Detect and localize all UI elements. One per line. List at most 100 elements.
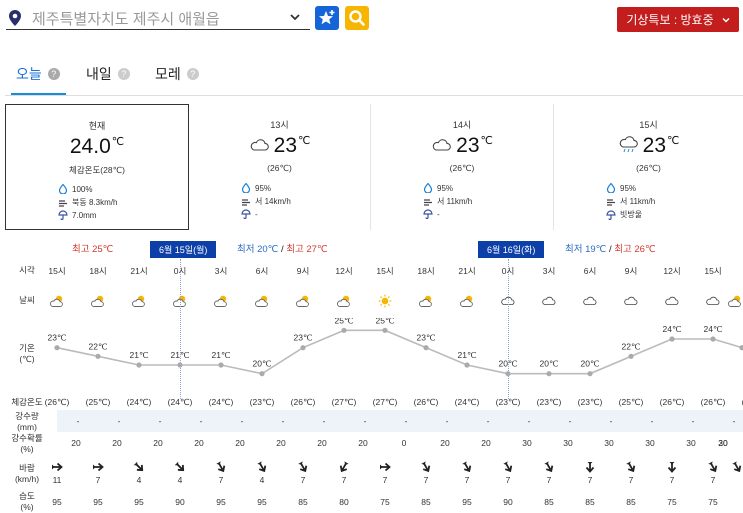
rain-probability: 20 <box>71 438 81 448</box>
search-button[interactable] <box>345 6 369 30</box>
humidity-drop-icon <box>606 183 616 193</box>
rain-amount: - <box>76 416 80 426</box>
rain-amount: - <box>486 416 490 426</box>
temperature-label: 20℃ <box>498 359 517 369</box>
hour-time: 18시 <box>89 266 107 276</box>
rain-amount: - <box>568 416 572 426</box>
temperature-label: 20℃ <box>539 359 558 369</box>
wind-speed: 7 <box>587 475 593 485</box>
humidity-value: 85 <box>421 497 431 507</box>
help-icon[interactable]: ? <box>186 68 199 80</box>
rain-amount: - <box>404 416 408 426</box>
temperature-label: 25℃ <box>375 318 394 325</box>
tab-tomorrow[interactable]: 내일 ? <box>86 64 130 96</box>
humidity-value: 90 <box>175 497 185 507</box>
location-selector[interactable]: 제주특별자치도 제주시 애월읍 <box>6 6 310 30</box>
feel-temp: (26℃) <box>659 397 685 407</box>
temperature-label: 22℃ <box>88 341 107 351</box>
rain-amount: - <box>732 416 736 426</box>
cloud-icon <box>582 294 598 308</box>
card-humidity: 100% <box>58 184 92 194</box>
wind-direction-icon <box>626 461 636 473</box>
wind-icon <box>607 198 615 206</box>
card-humidity: 95% <box>606 183 636 193</box>
wind-speed: 7 <box>628 475 634 485</box>
temperature-point <box>300 345 306 351</box>
card-time: 14시 <box>452 120 472 130</box>
feel-temp: (24℃) <box>208 397 234 407</box>
hour-time: 18시 <box>417 266 435 276</box>
help-icon[interactable]: ? <box>47 68 60 80</box>
feel-temp: (26℃) <box>413 397 439 407</box>
wind-icon <box>424 198 432 206</box>
rain-probability: 20 <box>481 438 491 448</box>
umbrella-icon <box>606 209 616 220</box>
rain-cloud-icon <box>618 136 640 154</box>
wind-direction-icon <box>544 461 554 473</box>
chevron-down-icon <box>290 14 300 21</box>
humidity-value: 75 <box>708 497 718 507</box>
weather-alert-button[interactable]: 기상특보 : 방효중 <box>617 7 739 32</box>
humidity-drop-icon <box>423 183 433 193</box>
rain-probability: 20 <box>194 438 204 448</box>
rain-amount: - <box>527 416 531 426</box>
rain-probability: 20 <box>235 438 245 448</box>
top-bar: 제주특별자치도 제주시 애월읍 기상특보 : 방효중 <box>0 0 743 36</box>
humidity-value: 75 <box>380 497 390 507</box>
rain-probability: 20 <box>153 438 163 448</box>
temperature-point <box>669 336 675 342</box>
hour-time: 3시 <box>542 266 556 276</box>
card-temp: 23℃ <box>371 134 553 158</box>
humidity-value: 95 <box>257 497 267 507</box>
help-icon[interactable]: ? <box>117 68 130 80</box>
wind-direction-icon <box>732 461 742 473</box>
temperature-label: 20℃ <box>580 359 599 369</box>
cloud-icon <box>541 294 557 308</box>
humidity-value: 85 <box>544 497 554 507</box>
humidity-value: 95 <box>216 497 226 507</box>
umbrella-icon <box>58 210 68 220</box>
day-max-temp: 최고 25℃ <box>72 244 114 255</box>
feel-temp: (23℃) <box>577 397 603 407</box>
date-badge: 6월 16일(화) <box>478 241 545 258</box>
temperature-label: 22℃ <box>621 341 640 351</box>
add-favorite-button[interactable] <box>315 6 339 30</box>
tab-today[interactable]: 오늘 ? <box>11 64 66 96</box>
rain-probability: 20 <box>112 438 122 448</box>
temperature-label: 20℃ <box>252 359 271 369</box>
hourly-card: 14시 23℃ (26℃) 95% 서 11km/h - <box>371 104 554 230</box>
wind-direction-icon <box>133 461 144 472</box>
temperature-line <box>56 329 743 375</box>
card-wind: 서 11km/h <box>423 196 472 207</box>
temperature-label: 21℃ <box>457 350 476 360</box>
wind-speed: 4 <box>177 475 183 485</box>
card-time: 15시 <box>639 120 658 130</box>
rain-amount: - <box>691 416 695 426</box>
partly-cloudy-icon <box>459 294 475 308</box>
humidity-drop-icon <box>241 183 251 193</box>
partly-cloudy-icon <box>49 294 65 308</box>
tab-label: 오늘 <box>16 66 42 82</box>
hour-time: 15시 <box>376 266 394 276</box>
rain-probability: 0 <box>401 438 407 448</box>
temperature-label: 21℃ <box>170 350 189 360</box>
card-feel: (26℃) <box>636 163 661 173</box>
rain-amount: - <box>322 416 326 426</box>
cloud-icon <box>431 136 453 154</box>
tab-day-after[interactable]: 모레 ? <box>155 64 199 96</box>
wind-speed: 7 <box>300 475 306 485</box>
feel-temp: (26℃) <box>700 397 726 407</box>
card-wind: 서 11km/h <box>606 196 655 207</box>
card-time: 현재 <box>88 121 106 131</box>
humidity-value: 85 <box>585 497 595 507</box>
feel-temp: (24℃) <box>126 397 152 407</box>
wind-speed: 7 <box>710 475 716 485</box>
wind-speed: 7 <box>382 475 388 485</box>
wind-direction-icon <box>380 462 391 472</box>
humidity-value: 85 <box>298 497 308 507</box>
card-wind: 북동 8.3km/h <box>58 197 117 208</box>
card-humidity: 95% <box>423 183 453 193</box>
row-label-rain: 강수량 (mm) <box>15 411 39 432</box>
temperature-chart: 23℃ 22℃ 21℃ 21℃ 21℃ 20℃ 23℃ 25℃ 25℃ 23℃ 21℃ 20℃ 20℃ 2… <box>47 318 743 377</box>
temperature-point <box>341 327 347 333</box>
